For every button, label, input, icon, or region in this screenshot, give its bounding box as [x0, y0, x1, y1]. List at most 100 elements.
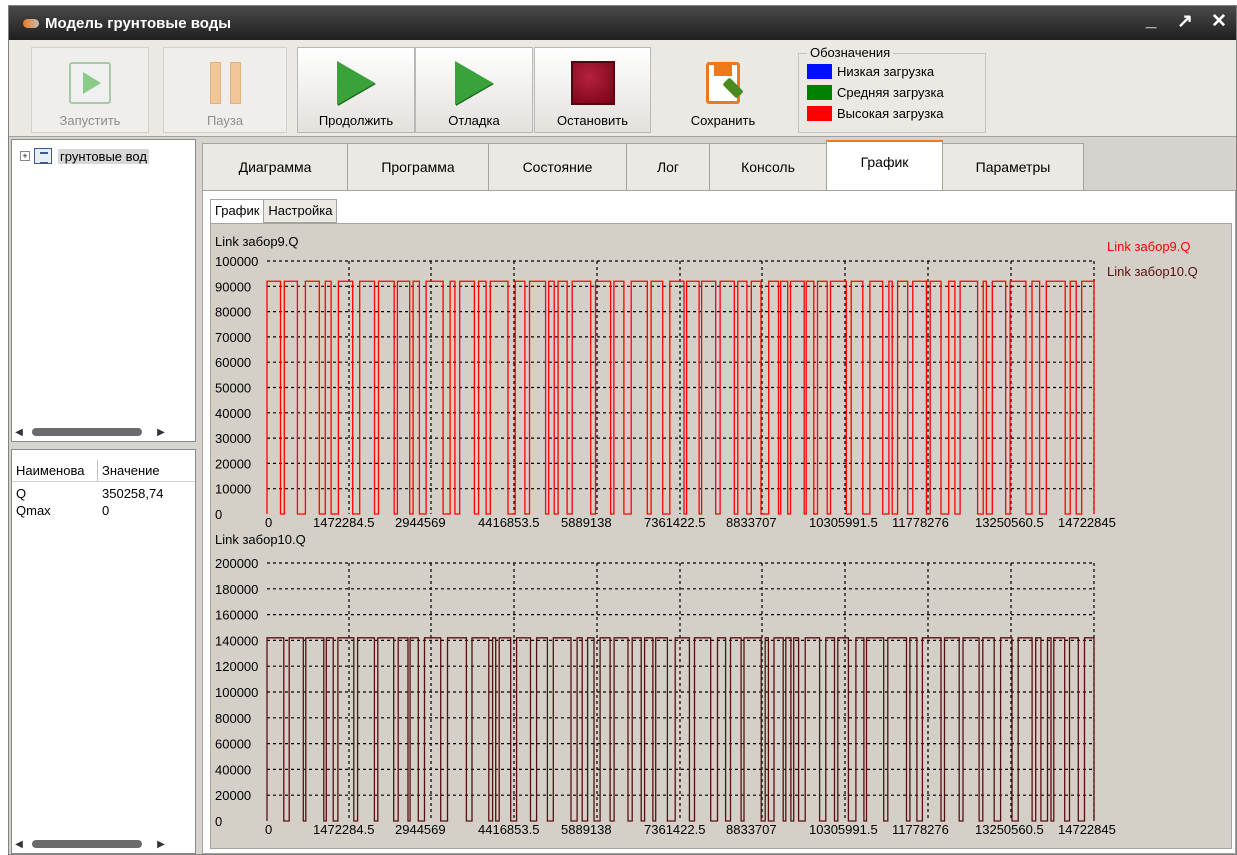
y-tick-label: 10000	[215, 482, 251, 497]
scroll-right-icon[interactable]: ▶	[154, 427, 168, 438]
property-row[interactable]: Qmax 0	[12, 503, 195, 518]
run-button[interactable]: Запустить	[31, 47, 149, 133]
x-tick-label: 5889138	[561, 515, 612, 530]
tree-item-root[interactable]: + грунтовые вод	[20, 148, 149, 164]
y-tick-label: 50000	[215, 381, 251, 396]
legend-series-2: Link забор10.Q	[1107, 264, 1198, 279]
tab-console[interactable]: Консоль	[709, 143, 827, 190]
graph-tab-body: График Настройка Link забор9.Q 0 10000 2000…	[202, 190, 1236, 854]
col-value-header[interactable]: Значение	[98, 460, 193, 481]
x-tick-label: 8833707	[726, 515, 777, 530]
x-tick-label: 0	[265, 515, 272, 530]
tab-program[interactable]: Программа	[347, 143, 489, 190]
tab-state[interactable]: Состояние	[488, 143, 627, 190]
scroll-left-icon[interactable]: ◀	[12, 839, 26, 850]
tree-item-label: грунтовые вод	[58, 148, 149, 164]
close-icon[interactable]: ✕	[1210, 10, 1228, 33]
expand-icon[interactable]: +	[20, 151, 30, 161]
play-icon	[337, 61, 375, 105]
property-row[interactable]: Q 350258,74	[12, 486, 195, 501]
y-tick-label: 160000	[215, 608, 258, 623]
subtab-settings[interactable]: Настройка	[263, 199, 338, 223]
legend-item-low: Низкая загрузка	[807, 64, 934, 79]
tree-hscrollbar[interactable]: ◀ ▶	[12, 423, 195, 441]
x-tick-label: 2944569	[395, 822, 446, 837]
run-label: Запустить	[59, 113, 121, 128]
property-value: 0	[102, 503, 110, 518]
main-panel: Диаграмма Программа Состояние Лог Консол…	[202, 139, 1236, 854]
window-title: Модель грунтовые воды	[45, 14, 232, 32]
legend-item-medium: Средняя загрузка	[807, 85, 944, 100]
save-icon	[706, 62, 744, 104]
chart-title: Link забор9.Q	[215, 234, 299, 249]
debug-button[interactable]: Отладка	[415, 47, 533, 133]
tab-log[interactable]: Лог	[626, 143, 710, 190]
stop-icon	[570, 61, 615, 105]
stop-button[interactable]: Остановить	[534, 47, 651, 133]
pause-label: Пауза	[206, 113, 244, 128]
x-tick-label: 5889138	[561, 822, 612, 837]
model-tree-panel: + грунтовые вод ◀ ▶	[11, 139, 196, 442]
scroll-thumb[interactable]	[32, 840, 142, 848]
scroll-right-icon[interactable]: ▶	[154, 839, 168, 850]
y-tick-label: 120000	[215, 659, 258, 674]
y-tick-label: 180000	[215, 582, 258, 597]
chart-title: Link забор10.Q	[215, 532, 306, 547]
graph-subtabs: График Настройка	[210, 199, 338, 224]
pause-icon	[209, 62, 241, 104]
legend-label-high: Высокая загрузка	[837, 106, 944, 121]
y-tick-label: 80000	[215, 305, 251, 320]
tab-diagram[interactable]: Диаграмма	[202, 143, 348, 190]
main-tabs: Диаграмма Программа Состояние Лог Консол…	[202, 140, 1084, 190]
y-tick-label: 60000	[215, 355, 251, 370]
x-tick-label: 8833707	[726, 822, 777, 837]
tab-parameters[interactable]: Параметры	[942, 143, 1084, 190]
legend-label-low: Низкая загрузка	[837, 64, 935, 79]
y-tick-label: 30000	[215, 431, 251, 446]
status-legend: Обозначения Низкая загрузка Средняя загр…	[798, 45, 986, 133]
x-tick-label: 7361422.5	[644, 515, 705, 530]
y-tick-label: 80000	[215, 711, 251, 726]
minimize-icon[interactable]: _	[1142, 10, 1160, 33]
y-tick-label: 0	[215, 507, 222, 522]
scroll-thumb[interactable]	[32, 428, 142, 436]
title-bar[interactable]: Модель грунтовые воды _ ↗ ✕	[9, 6, 1236, 40]
col-name-header[interactable]: Наименова	[12, 460, 98, 481]
save-button[interactable]: Сохранить	[659, 47, 787, 133]
x-tick-label: 4416853.5	[478, 822, 539, 837]
charts-svg: Link забор9.Q 0 10000 20000 30000 40000 50000 6…	[215, 234, 1198, 837]
y-tick-label: 40000	[215, 762, 251, 777]
legend-swatch-red	[807, 106, 832, 121]
y-tick-label: 90000	[215, 279, 251, 294]
properties-hscrollbar[interactable]: ◀ ▶	[12, 835, 195, 853]
x-tick-label: 10305991.5	[809, 515, 878, 530]
property-name: Qmax	[16, 503, 51, 518]
maximize-icon[interactable]: ↗	[1176, 10, 1194, 33]
y-tick-label: 60000	[215, 737, 251, 752]
legend-label-medium: Средняя загрузка	[837, 85, 944, 100]
x-tick-label: 0	[265, 822, 272, 837]
legend-swatch-green	[807, 85, 832, 100]
scroll-left-icon[interactable]: ◀	[12, 427, 26, 438]
continue-label: Продолжить	[318, 113, 394, 128]
legend-title: Обозначения	[807, 45, 894, 60]
x-tick-label: 2944569	[395, 515, 446, 530]
pause-button[interactable]: Пауза	[163, 47, 287, 133]
legend-swatch-blue	[807, 64, 832, 79]
y-tick-label: 200000	[215, 556, 258, 571]
y-tick-label: 20000	[215, 456, 251, 471]
x-tick-label: 4416853.5	[478, 515, 539, 530]
y-tick-label: 0	[215, 814, 222, 829]
continue-button[interactable]: Продолжить	[297, 47, 415, 133]
x-tick-label: 14722845	[1058, 515, 1116, 530]
x-tick-label: 7361422.5	[644, 822, 705, 837]
x-tick-label: 11778276	[892, 515, 949, 530]
legend-series-1: Link забор9.Q	[1107, 239, 1191, 254]
x-tick-label: 1472284.5	[313, 822, 374, 837]
debug-label: Отладка	[448, 113, 500, 128]
x-tick-label: 14722845	[1058, 822, 1116, 837]
tab-graph[interactable]: График	[826, 140, 943, 190]
subtab-graph[interactable]: График	[210, 199, 265, 224]
app-window: Модель грунтовые воды _ ↗ ✕ Запустить Па…	[8, 5, 1237, 855]
save-label: Сохранить	[690, 113, 756, 128]
